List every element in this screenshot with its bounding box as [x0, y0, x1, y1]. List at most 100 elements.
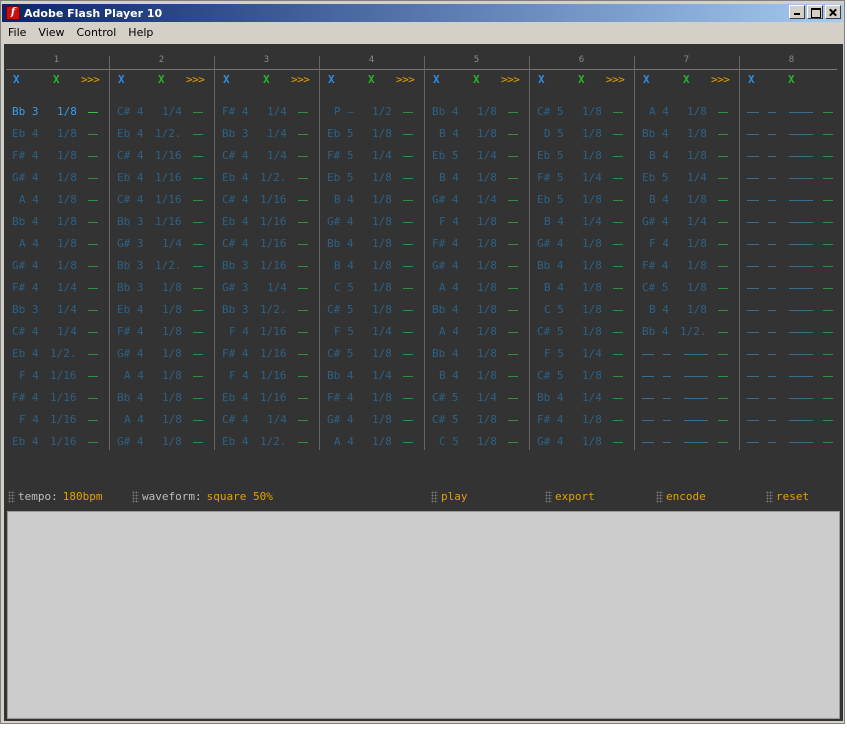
note-cell[interactable] — [739, 413, 844, 427]
note-cell[interactable]: Bb 3 1/16 — [109, 215, 214, 229]
note-cell[interactable]: B 4 1/4 — [529, 215, 634, 229]
note-cell[interactable] — [739, 149, 844, 163]
note-cell[interactable]: Bb 3 1/2. — [214, 303, 319, 317]
menu-file[interactable]: File — [2, 24, 32, 43]
note-cell[interactable]: Eb 5 1/8 — [529, 193, 634, 207]
note-cell[interactable]: Eb 5 1/4 — [634, 171, 739, 185]
note-cell[interactable]: Eb 5 1/8 — [319, 171, 424, 185]
note-cell[interactable]: B 4 1/8 — [529, 281, 634, 295]
note-cell[interactable]: F# 4 1/4 — [4, 281, 109, 295]
note-cell[interactable]: Eb 4 1/2. — [214, 435, 319, 449]
solo-toggle[interactable]: X — [53, 73, 60, 86]
menu-help[interactable]: Help — [122, 24, 159, 43]
mute-toggle[interactable]: X — [643, 73, 650, 86]
solo-toggle[interactable]: X — [158, 73, 165, 86]
minimize-button[interactable] — [789, 5, 805, 19]
note-cell[interactable]: Bb 3 1/4 — [214, 127, 319, 141]
note-cell[interactable]: F# 4 1/8 — [319, 391, 424, 405]
shift-forward-button[interactable]: >>> — [81, 73, 100, 86]
note-cell[interactable] — [739, 281, 844, 295]
menu-control[interactable]: Control — [71, 24, 123, 43]
note-cell[interactable]: G# 3 1/4 — [214, 281, 319, 295]
note-cell[interactable]: F 4 1/16 — [214, 325, 319, 339]
note-cell[interactable]: F 4 1/8 — [634, 237, 739, 251]
note-cell[interactable]: Eb 4 1/16 — [214, 215, 319, 229]
note-cell[interactable]: B 4 1/8 — [319, 193, 424, 207]
reset-button[interactable]: reset — [766, 490, 809, 503]
note-cell[interactable]: C# 5 1/8 — [319, 347, 424, 361]
solo-toggle[interactable]: X — [263, 73, 270, 86]
play-button[interactable]: play — [431, 490, 468, 503]
note-cell[interactable]: B 4 1/8 — [634, 193, 739, 207]
note-cell[interactable]: F 4 1/16 — [214, 369, 319, 383]
solo-toggle[interactable]: X — [683, 73, 690, 86]
note-cell[interactable]: P — 1/2 — [319, 105, 424, 119]
shift-forward-button[interactable]: >>> — [291, 73, 310, 86]
note-cell[interactable]: C# 4 1/16 — [214, 237, 319, 251]
note-cell[interactable]: C 5 1/8 — [424, 435, 529, 449]
shift-forward-button[interactable]: >>> — [396, 73, 415, 86]
note-cell[interactable]: Bb 4 1/8 — [424, 303, 529, 317]
note-cell[interactable]: B 4 1/8 — [634, 149, 739, 163]
note-cell[interactable]: Bb 4 1/8 — [4, 215, 109, 229]
note-cell[interactable]: B 4 1/8 — [424, 127, 529, 141]
note-cell[interactable] — [739, 237, 844, 251]
note-cell[interactable]: G# 4 1/8 — [529, 435, 634, 449]
note-cell[interactable]: C# 4 1/16 — [109, 149, 214, 163]
note-cell[interactable]: G# 4 1/8 — [529, 237, 634, 251]
note-cell[interactable]: F# 4 1/8 — [4, 149, 109, 163]
note-cell[interactable]: C# 5 1/8 — [634, 281, 739, 295]
solo-toggle[interactable]: X — [788, 73, 795, 86]
note-cell[interactable]: C# 4 1/16 — [109, 193, 214, 207]
note-cell[interactable] — [634, 391, 739, 405]
waveform-value[interactable]: square 50% — [207, 490, 273, 503]
note-cell[interactable]: Eb 4 1/16 — [214, 391, 319, 405]
note-cell[interactable]: F# 4 1/16 — [4, 391, 109, 405]
note-cell[interactable]: Bb 3 1/4 — [4, 303, 109, 317]
note-cell[interactable]: G# 4 1/8 — [109, 347, 214, 361]
note-cell[interactable]: D 5 1/8 — [529, 127, 634, 141]
note-cell[interactable]: Eb 4 1/8 — [109, 303, 214, 317]
note-cell[interactable] — [739, 193, 844, 207]
note-cell[interactable]: Eb 5 1/4 — [424, 149, 529, 163]
note-cell[interactable]: Bb 3 1/2. — [109, 259, 214, 273]
note-cell[interactable] — [634, 413, 739, 427]
note-cell[interactable]: C# 4 1/4 — [109, 105, 214, 119]
note-cell[interactable]: F# 4 1/16 — [214, 347, 319, 361]
shift-forward-button[interactable]: >>> — [711, 73, 730, 86]
mute-toggle[interactable]: X — [748, 73, 755, 86]
note-cell[interactable]: G# 4 1/8 — [319, 215, 424, 229]
output-text-area[interactable] — [7, 511, 840, 719]
note-cell[interactable]: F# 4 1/4 — [214, 105, 319, 119]
note-cell[interactable] — [634, 347, 739, 361]
note-cell[interactable]: Bb 4 1/4 — [319, 369, 424, 383]
solo-toggle[interactable]: X — [368, 73, 375, 86]
note-cell[interactable]: C# 4 1/4 — [214, 413, 319, 427]
shift-forward-button[interactable]: >>> — [186, 73, 205, 86]
note-cell[interactable]: Bb 3 1/16 — [214, 259, 319, 273]
note-cell[interactable] — [634, 435, 739, 449]
note-cell[interactable]: F 4 1/16 — [4, 369, 109, 383]
solo-toggle[interactable]: X — [578, 73, 585, 86]
waveform-control[interactable]: waveform: square 50% — [132, 490, 273, 503]
note-cell[interactable]: B 4 1/8 — [319, 259, 424, 273]
note-cell[interactable]: C# 5 1/8 — [319, 303, 424, 317]
note-cell[interactable]: G# 4 1/8 — [4, 171, 109, 185]
note-cell[interactable]: Bb 4 1/8 — [319, 237, 424, 251]
solo-toggle[interactable]: X — [473, 73, 480, 86]
note-cell[interactable] — [739, 171, 844, 185]
note-cell[interactable]: B 4 1/8 — [634, 303, 739, 317]
note-cell[interactable] — [634, 369, 739, 383]
note-cell[interactable]: A 4 1/8 — [634, 105, 739, 119]
note-cell[interactable]: Bb 4 1/4 — [529, 391, 634, 405]
title-bar[interactable]: f Adobe Flash Player 10 — [2, 4, 843, 22]
note-cell[interactable]: G# 4 1/8 — [424, 259, 529, 273]
note-cell[interactable]: A 4 1/8 — [424, 281, 529, 295]
note-cell[interactable] — [739, 127, 844, 141]
note-cell[interactable]: G# 4 1/8 — [4, 259, 109, 273]
note-cell[interactable]: C# 5 1/8 — [424, 413, 529, 427]
note-cell[interactable]: F# 4 1/8 — [634, 259, 739, 273]
shift-forward-button[interactable]: >>> — [606, 73, 625, 86]
note-cell[interactable]: G# 3 1/4 — [109, 237, 214, 251]
note-cell[interactable]: Eb 4 1/2. — [109, 127, 214, 141]
